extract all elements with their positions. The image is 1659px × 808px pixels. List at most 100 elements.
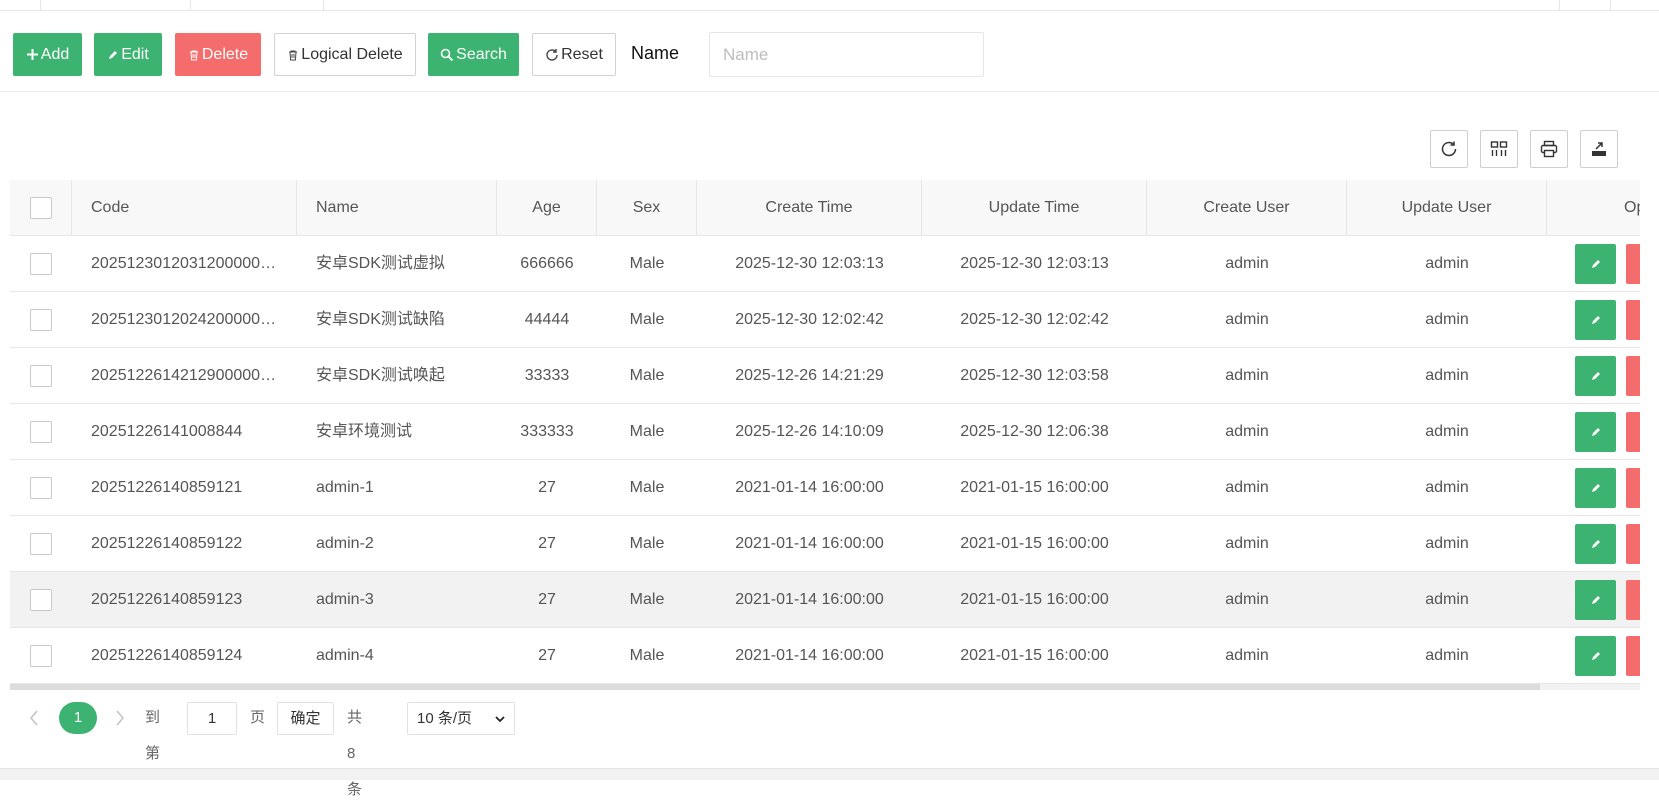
cell-create-user: admin bbox=[1225, 255, 1269, 272]
goto-page-input[interactable] bbox=[187, 702, 237, 735]
row-checkbox[interactable] bbox=[30, 589, 52, 611]
cell-create-time: 2021-01-14 16:00:00 bbox=[735, 535, 884, 552]
row-delete-button[interactable] bbox=[1626, 244, 1640, 284]
column-filter-button[interactable] bbox=[1480, 130, 1518, 168]
goto-confirm-button[interactable]: 确定 bbox=[277, 702, 334, 735]
row-checkbox[interactable] bbox=[30, 477, 52, 499]
row-delete-button[interactable] bbox=[1626, 356, 1640, 396]
page-size-value: 10 条/页 bbox=[417, 710, 473, 727]
logical-delete-button[interactable]: Logical Delete bbox=[274, 33, 416, 76]
cell-create-user: admin bbox=[1225, 479, 1269, 496]
trash-icon bbox=[289, 50, 298, 60]
table-row[interactable]: 2025123012024200000… 安卓SDK测试缺陷 44444 Male 20… bbox=[10, 292, 1640, 348]
table-row[interactable]: 20251226140859123 admin-3 27 Male 2021-01-14… bbox=[10, 572, 1640, 628]
tab-divider bbox=[40, 0, 41, 10]
edit-button[interactable]: Edit bbox=[94, 33, 162, 76]
search-button[interactable]: Search bbox=[428, 33, 519, 76]
action-toolbar: Add Edit Delete Logical Delete Search Re… bbox=[0, 11, 1659, 92]
row-delete-button[interactable] bbox=[1626, 468, 1640, 508]
row-checkbox[interactable] bbox=[30, 421, 52, 443]
table-row[interactable]: 20251226140859122 admin-2 27 Male 2021-01-14… bbox=[10, 516, 1640, 572]
cell-create-time: 2025-12-30 12:02:42 bbox=[735, 311, 884, 328]
horizontal-scrollbar[interactable] bbox=[10, 684, 1640, 690]
page-1-button[interactable]: 1 bbox=[59, 702, 97, 734]
name-filter-input[interactable] bbox=[709, 32, 984, 77]
reset-button-label: Reset bbox=[561, 45, 603, 63]
add-button[interactable]: Add bbox=[13, 33, 82, 76]
header-sex[interactable]: Sex bbox=[597, 180, 697, 236]
prev-page-button[interactable] bbox=[24, 708, 44, 728]
cell-update-time: 2021-01-15 16:00:00 bbox=[960, 479, 1109, 496]
pencil-icon bbox=[1591, 316, 1600, 324]
row-edit-button[interactable] bbox=[1575, 636, 1616, 676]
row-checkbox[interactable] bbox=[30, 365, 52, 387]
cell-update-user: admin bbox=[1425, 535, 1469, 552]
header-create-time[interactable]: Create Time bbox=[697, 180, 922, 236]
goto-label: 到第 bbox=[145, 709, 161, 762]
table-row[interactable]: 20251226141008844 安卓环境测试 333333 Male 2025-12… bbox=[10, 404, 1640, 460]
scrollbar-thumb[interactable] bbox=[10, 684, 1540, 690]
pencil-icon bbox=[1591, 540, 1600, 548]
cell-update-time: 2025-12-30 12:06:38 bbox=[960, 423, 1109, 440]
cell-code: 20251226140859122 bbox=[91, 535, 243, 552]
pencil-icon bbox=[1591, 372, 1600, 380]
table-row[interactable]: 20251226140859124 admin-4 27 Male 2021-01-14… bbox=[10, 628, 1640, 684]
row-edit-button[interactable] bbox=[1575, 580, 1616, 620]
cell-age: 27 bbox=[538, 535, 556, 552]
table-header: Code Name Age Sex Create Time Update Tim… bbox=[10, 180, 1640, 236]
header-age[interactable]: Age bbox=[497, 180, 597, 236]
table-row[interactable]: 20251226140859121 admin-1 27 Male 2021-01-14… bbox=[10, 460, 1640, 516]
cell-update-user: admin bbox=[1425, 479, 1469, 496]
columns-icon bbox=[1490, 141, 1508, 156]
page-size-select[interactable]: 10 条/页 bbox=[407, 702, 515, 735]
row-edit-button[interactable] bbox=[1575, 300, 1616, 340]
cell-sex: Male bbox=[629, 311, 665, 328]
cell-create-time: 2021-01-14 16:00:00 bbox=[735, 479, 884, 496]
next-page-button[interactable] bbox=[110, 708, 130, 728]
print-button[interactable] bbox=[1530, 130, 1568, 168]
cell-code: 2025122614212900000… bbox=[91, 367, 277, 384]
select-all-checkbox[interactable] bbox=[30, 197, 52, 219]
row-delete-button[interactable] bbox=[1626, 580, 1640, 620]
header-code[interactable]: Code bbox=[72, 180, 297, 236]
cell-create-user: admin bbox=[1225, 591, 1269, 608]
header-update-time[interactable]: Update Time bbox=[922, 180, 1147, 236]
row-edit-button[interactable] bbox=[1575, 356, 1616, 396]
row-checkbox[interactable] bbox=[30, 645, 52, 667]
header-create-user[interactable]: Create User bbox=[1147, 180, 1347, 236]
chevron-down-icon bbox=[495, 716, 505, 723]
row-edit-button[interactable] bbox=[1575, 524, 1616, 564]
cell-create-user: admin bbox=[1225, 311, 1269, 328]
row-checkbox[interactable] bbox=[30, 533, 52, 555]
row-delete-button[interactable] bbox=[1626, 524, 1640, 564]
table-row[interactable]: 2025122614212900000… 安卓SDK测试唤起 33333 Male 20… bbox=[10, 348, 1640, 404]
cell-update-user: admin bbox=[1425, 255, 1469, 272]
table-row[interactable]: 2025123012031200000… 安卓SDK测试虚拟 666666 Male 2… bbox=[10, 236, 1640, 292]
cell-sex: Male bbox=[629, 479, 665, 496]
tab-divider bbox=[190, 0, 191, 10]
pencil-icon bbox=[1591, 428, 1600, 436]
row-delete-button[interactable] bbox=[1626, 636, 1640, 676]
cell-age: 44444 bbox=[524, 311, 570, 328]
cell-name: 安卓SDK测试虚拟 bbox=[316, 255, 445, 272]
pencil-icon bbox=[109, 50, 118, 59]
export-button[interactable] bbox=[1580, 130, 1618, 168]
row-checkbox[interactable] bbox=[30, 309, 52, 331]
reset-button[interactable]: Reset bbox=[532, 33, 616, 76]
row-edit-button[interactable] bbox=[1575, 244, 1616, 284]
row-delete-button[interactable] bbox=[1626, 412, 1640, 452]
row-edit-button[interactable] bbox=[1575, 412, 1616, 452]
page-unit-label: 页 bbox=[250, 709, 266, 726]
header-name[interactable]: Name bbox=[297, 180, 497, 236]
cell-name: admin-4 bbox=[316, 647, 374, 664]
edit-button-label: Edit bbox=[121, 45, 149, 63]
header-update-user[interactable]: Update User bbox=[1347, 180, 1547, 236]
delete-button[interactable]: Delete bbox=[175, 33, 261, 76]
cell-create-user: admin bbox=[1225, 423, 1269, 440]
row-edit-button[interactable] bbox=[1575, 468, 1616, 508]
row-delete-button[interactable] bbox=[1626, 300, 1640, 340]
refresh-table-button[interactable] bbox=[1430, 130, 1468, 168]
header-operate: Ope bbox=[1624, 199, 1640, 216]
search-button-label: Search bbox=[456, 45, 507, 63]
row-checkbox[interactable] bbox=[30, 253, 52, 275]
